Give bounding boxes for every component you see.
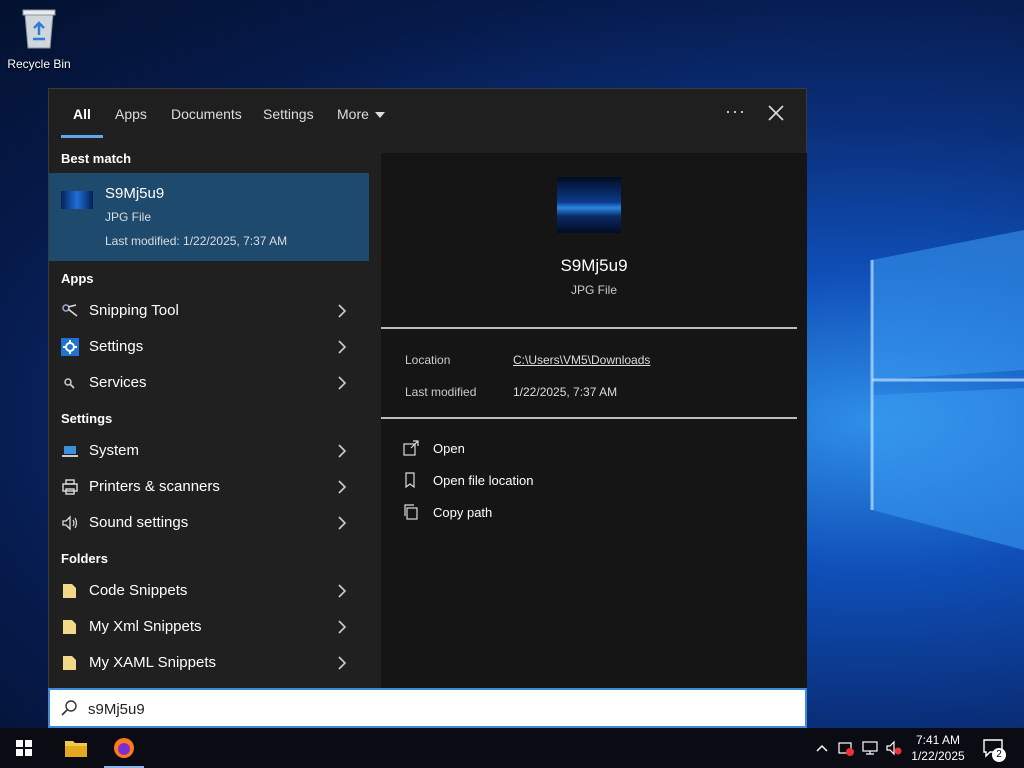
search-panel: All Apps Documents Settings More ··· Bes… xyxy=(48,88,807,728)
result-label: Settings xyxy=(89,338,144,355)
printer-icon xyxy=(62,479,78,495)
open-action[interactable]: Open xyxy=(403,437,703,461)
chevron-right-icon[interactable] xyxy=(337,584,347,598)
tab-all[interactable]: All xyxy=(73,106,91,122)
folder-icon xyxy=(63,584,76,598)
folder-icon xyxy=(63,656,76,670)
image-thumbnail-icon xyxy=(61,191,93,209)
search-box[interactable] xyxy=(48,688,807,728)
preview-title: S9Mj5u9 xyxy=(560,256,628,275)
result-label: My XAML Snippets xyxy=(89,654,216,671)
chevron-right-icon[interactable] xyxy=(337,620,347,634)
services-icon xyxy=(64,378,75,389)
windows-start-icon xyxy=(16,740,32,756)
file-location-icon xyxy=(405,472,415,488)
file-explorer-icon xyxy=(65,741,87,757)
open-file-location-action[interactable]: Open file location xyxy=(403,469,703,493)
scissors-icon xyxy=(62,304,78,317)
start-button[interactable] xyxy=(0,728,48,768)
location-link[interactable]: C:\Users\VM5\Downloads xyxy=(513,353,650,367)
gear-icon xyxy=(61,338,79,356)
result-services[interactable]: Services xyxy=(49,365,369,401)
result-label: Code Snippets xyxy=(89,582,188,599)
result-label: Printers & scanners xyxy=(89,478,220,495)
preview-pane: S9Mj5u9 JPG File Location C:\Users\VM5\D… xyxy=(381,153,807,727)
firefox-icon xyxy=(114,738,134,758)
network-icon[interactable] xyxy=(862,740,878,756)
result-sound-settings[interactable]: Sound settings xyxy=(49,505,369,541)
clock-date: 1/22/2025 xyxy=(911,749,965,763)
results-list: Best match S9Mj5u9 JPG File Last modifie… xyxy=(49,139,369,729)
system-clock[interactable]: 7:41 AM 1/22/2025 xyxy=(906,732,970,764)
open-icon xyxy=(403,440,419,456)
result-my-xaml-snippets[interactable]: My XAML Snippets xyxy=(49,645,369,681)
result-label: Snipping Tool xyxy=(89,302,179,319)
copy-path-action[interactable]: Copy path xyxy=(403,501,703,525)
chevron-down-icon xyxy=(374,112,385,119)
recycle-bin-shortcut[interactable]: Recycle Bin xyxy=(4,6,74,71)
result-label: My Xml Snippets xyxy=(89,618,202,635)
apps-heading: Apps xyxy=(61,271,94,286)
image-preview-thumbnail xyxy=(557,177,621,233)
tab-more[interactable]: More xyxy=(337,106,385,122)
laptop-icon xyxy=(62,446,78,457)
preview-subtitle: JPG File xyxy=(570,283,617,297)
action-label: Open file location xyxy=(433,473,534,488)
best-match-item[interactable]: S9Mj5u9 JPG File Last modified: 1/22/202… xyxy=(49,173,369,261)
clock-time: 7:41 AM xyxy=(915,733,961,747)
tab-apps[interactable]: Apps xyxy=(115,106,147,122)
search-filter-bar: All Apps Documents Settings More ··· xyxy=(49,89,806,139)
result-snipping-tool[interactable]: Snipping Tool xyxy=(49,293,369,329)
result-code-snippets[interactable]: Code Snippets xyxy=(49,573,369,609)
chevron-right-icon[interactable] xyxy=(337,340,347,354)
result-my-xml-snippets[interactable]: My Xml Snippets xyxy=(49,609,369,645)
volume-muted-icon[interactable] xyxy=(886,740,902,756)
location-label: Location xyxy=(405,353,451,367)
tab-documents[interactable]: Documents xyxy=(171,106,242,122)
preview-divider xyxy=(381,327,797,329)
chevron-right-icon[interactable] xyxy=(337,656,347,670)
search-icon xyxy=(61,700,77,716)
recycle-bin-label: Recycle Bin xyxy=(7,57,71,71)
file-explorer-button[interactable] xyxy=(52,728,100,768)
chevron-up-icon[interactable] xyxy=(814,740,830,756)
firefox-button[interactable] xyxy=(100,728,148,768)
active-tab-indicator xyxy=(61,135,103,138)
chevron-right-icon[interactable] xyxy=(337,516,347,530)
chevron-right-icon[interactable] xyxy=(337,444,347,458)
best-match-name: S9Mj5u9 xyxy=(105,185,165,202)
settings-heading: Settings xyxy=(61,411,113,426)
modified-value: 1/22/2025, 7:37 AM xyxy=(513,385,618,399)
security-alert-icon[interactable] xyxy=(838,740,854,756)
notification-count-badge: 2 xyxy=(992,748,1006,762)
best-match-heading: Best match xyxy=(61,151,132,166)
folder-icon xyxy=(63,620,76,634)
tab-more-label: More xyxy=(337,106,369,122)
preview-divider xyxy=(381,417,797,419)
chevron-right-icon[interactable] xyxy=(337,480,347,494)
result-label: Services xyxy=(89,374,147,391)
action-label: Copy path xyxy=(433,505,493,520)
folders-heading: Folders xyxy=(61,551,108,566)
close-icon[interactable] xyxy=(767,101,785,125)
result-system[interactable]: System xyxy=(49,433,369,469)
recycle-bin-icon xyxy=(22,9,56,49)
copy-icon xyxy=(404,504,418,520)
tab-settings[interactable]: Settings xyxy=(263,106,314,122)
chevron-right-icon[interactable] xyxy=(337,304,347,318)
result-label: System xyxy=(89,442,140,459)
search-input[interactable] xyxy=(86,696,790,722)
best-match-type: JPG File xyxy=(105,210,152,224)
result-settings-app[interactable]: Settings xyxy=(49,329,369,365)
result-label: Sound settings xyxy=(89,514,189,531)
speaker-icon xyxy=(62,515,78,531)
windows-wallpaper-logo xyxy=(870,230,1024,550)
taskbar: 7:41 AM 1/22/2025 2 xyxy=(0,728,1024,768)
result-printers-scanners[interactable]: Printers & scanners xyxy=(49,469,369,505)
chevron-right-icon[interactable] xyxy=(337,376,347,390)
best-match-modified: Last modified: 1/22/2025, 7:37 AM xyxy=(105,234,288,248)
more-options-button[interactable]: ··· xyxy=(725,101,746,122)
action-label: Open xyxy=(433,441,465,456)
modified-label: Last modified xyxy=(405,385,477,399)
